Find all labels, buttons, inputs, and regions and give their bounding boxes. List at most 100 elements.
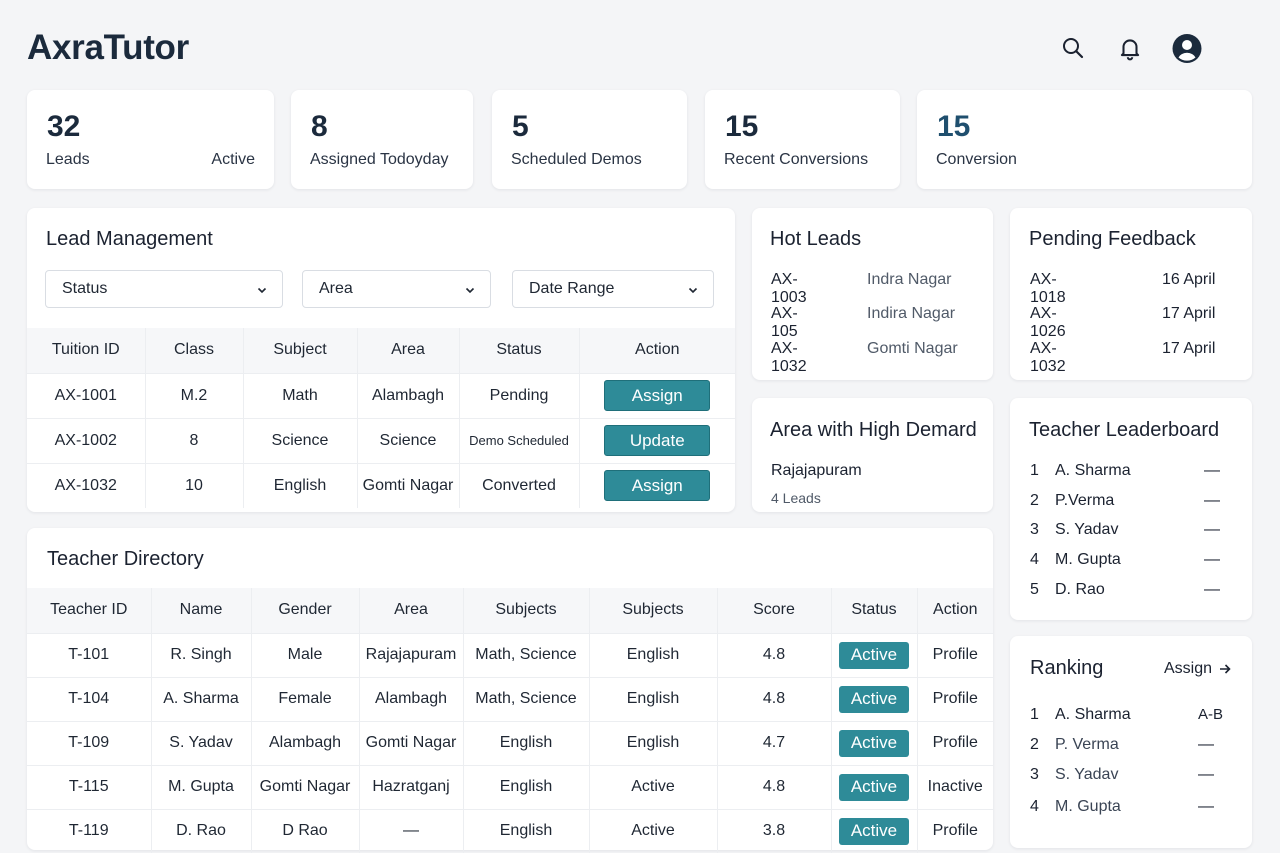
lead-id: AX-1026 [1030, 305, 1066, 340]
feedback-date: 17 April [1162, 305, 1216, 322]
cell-score: 4.8 [716, 632, 831, 677]
hot-leads-card: Hot Leads AX-1003 Indra Nagar AX-105 Ind… [752, 208, 993, 380]
arrow-right-icon [1220, 664, 1231, 674]
stat-card-recent-conversions: 15 Recent Conversions [705, 90, 900, 189]
leaderboard-value: — [1204, 462, 1220, 479]
cell-subjects: English [462, 808, 589, 853]
pending-feedback-card: Pending Feedback AX-1018 16 April AX-102… [1010, 208, 1252, 380]
ranking-value: — [1198, 798, 1214, 815]
cell-action: Assign [578, 462, 735, 508]
rank-number: 3 [1030, 766, 1039, 783]
assign-button[interactable]: Assign [604, 380, 711, 411]
profile-link[interactable]: Profile [916, 808, 993, 853]
stat-value: 15 [937, 110, 971, 143]
profile-link[interactable]: Profile [916, 676, 993, 721]
cell-name: R. Singh [150, 632, 251, 677]
lead-id: AX-1032 [1030, 340, 1066, 375]
table-header: Teacher ID Name Gender Area Subjects Sub… [27, 588, 993, 633]
lead-table: Tuition ID Class Subject Area Status Act… [27, 328, 735, 508]
inactive-link[interactable]: Inactive [916, 764, 993, 809]
rank-number: 2 [1030, 492, 1039, 509]
status-badge[interactable]: Active [839, 729, 909, 757]
table-header: Tuition ID Class Subject Area Status Act… [27, 328, 735, 373]
cell-subjects-2: Active [588, 808, 717, 853]
status-badge[interactable]: Active [839, 773, 909, 801]
table-row: T-115 M. Gupta Gomti Nagar Hazratganj En… [27, 764, 993, 809]
update-button[interactable]: Update [604, 425, 711, 456]
chevron-down-icon [257, 287, 267, 294]
teacher-leaderboard-card: Teacher Leaderboard 1 A. Sharma — 2 P.Ve… [1010, 398, 1252, 620]
cell-area: Hazratganj [358, 764, 463, 809]
chevron-down-icon [688, 287, 698, 294]
rank-number: 4 [1030, 798, 1039, 815]
status-badge[interactable]: Active [839, 817, 909, 845]
stat-card-assigned: 8 Assigned Todoyday [291, 90, 473, 189]
status-badge[interactable]: Active [839, 685, 909, 713]
cell-subjects-2: English [588, 632, 717, 677]
cell-subjects-2: Active [588, 764, 717, 809]
rank-number: 2 [1030, 736, 1039, 753]
cell-area: Alambagh [356, 372, 459, 418]
date-range-filter[interactable]: Date Range [512, 270, 714, 308]
rank-number: 1 [1030, 706, 1039, 723]
cell-teacher-id: T-115 [27, 764, 151, 809]
table-row: AX-1032 10 English Gomti Nagar Converted… [27, 462, 735, 508]
lead-area: Indira Nagar [867, 305, 956, 322]
cell-status: Active [830, 720, 917, 765]
stat-label: Leads [46, 151, 90, 168]
column-header: Score [716, 588, 831, 633]
chevron-down-icon [465, 287, 475, 294]
lead-id: AX-105 [771, 305, 798, 340]
teacher-name: P. Verma [1055, 736, 1119, 753]
lead-area: Gomti Nagar [867, 340, 958, 357]
cell-score: 4.8 [716, 764, 831, 809]
column-header: Subject [242, 328, 357, 373]
card-title: Hot Leads [770, 228, 862, 250]
cell-class: 10 [144, 462, 243, 508]
cell-score: 4.7 [716, 720, 831, 765]
cell-area: Alambagh [358, 676, 463, 721]
cell-subjects: English [462, 720, 589, 765]
user-avatar-icon[interactable] [1172, 33, 1202, 63]
teacher-name: M. Gupta [1055, 551, 1121, 568]
ranking-value: — [1198, 766, 1214, 783]
demand-leads: 4 Leads [771, 490, 821, 506]
filter-label: Area [319, 280, 353, 297]
teacher-name: M. Gupta [1055, 798, 1121, 815]
area-filter[interactable]: Area [302, 270, 491, 308]
cell-status: Active [830, 764, 917, 809]
profile-link[interactable]: Profile [916, 632, 993, 677]
ranking-card: Ranking Assign 1 A. Sharma A-B 2 P. Verm… [1010, 636, 1252, 848]
teacher-name: S. Yadav [1055, 521, 1119, 538]
table-row: T-104 A. Sharma Female Alambagh Math, Sc… [27, 676, 993, 721]
rank-number: 1 [1030, 462, 1039, 479]
cell-status: Active [830, 632, 917, 677]
assign-button[interactable]: Assign [604, 470, 711, 502]
cell-subject: Math [242, 372, 357, 418]
status-filter[interactable]: Status [45, 270, 283, 308]
lead-id: AX-1018 [1030, 271, 1066, 306]
cell-name: A. Sharma [150, 676, 251, 721]
cell-area: Rajajapuram [358, 632, 463, 677]
cell-tuition-id: AX-1001 [27, 372, 145, 418]
bell-icon[interactable] [1115, 33, 1145, 63]
column-header: Area [358, 588, 463, 633]
ranking-assign-link[interactable]: Assign [1164, 660, 1231, 678]
search-icon[interactable] [1058, 33, 1088, 63]
leaderboard-value: — [1204, 492, 1220, 509]
profile-link[interactable]: Profile [916, 720, 993, 765]
table-row: AX-1002 8 Science Science Demo Scheduled… [27, 417, 735, 463]
teacher-name: S. Yadav [1055, 766, 1119, 783]
cell-teacher-id: T-104 [27, 676, 151, 721]
cell-subjects: Math, Science [462, 676, 589, 721]
cell-class: 8 [144, 417, 243, 463]
column-header: Status [458, 328, 579, 373]
cell-subject: Science [242, 417, 357, 463]
leaderboard-value: — [1204, 521, 1220, 538]
card-title: Pending Feedback [1029, 228, 1196, 250]
column-header: Action [578, 328, 735, 373]
cell-gender: D Rao [250, 808, 359, 853]
cell-tuition-id: AX-1002 [27, 417, 145, 463]
status-badge[interactable]: Active [839, 641, 909, 669]
teacher-name: P.Verma [1055, 492, 1115, 509]
